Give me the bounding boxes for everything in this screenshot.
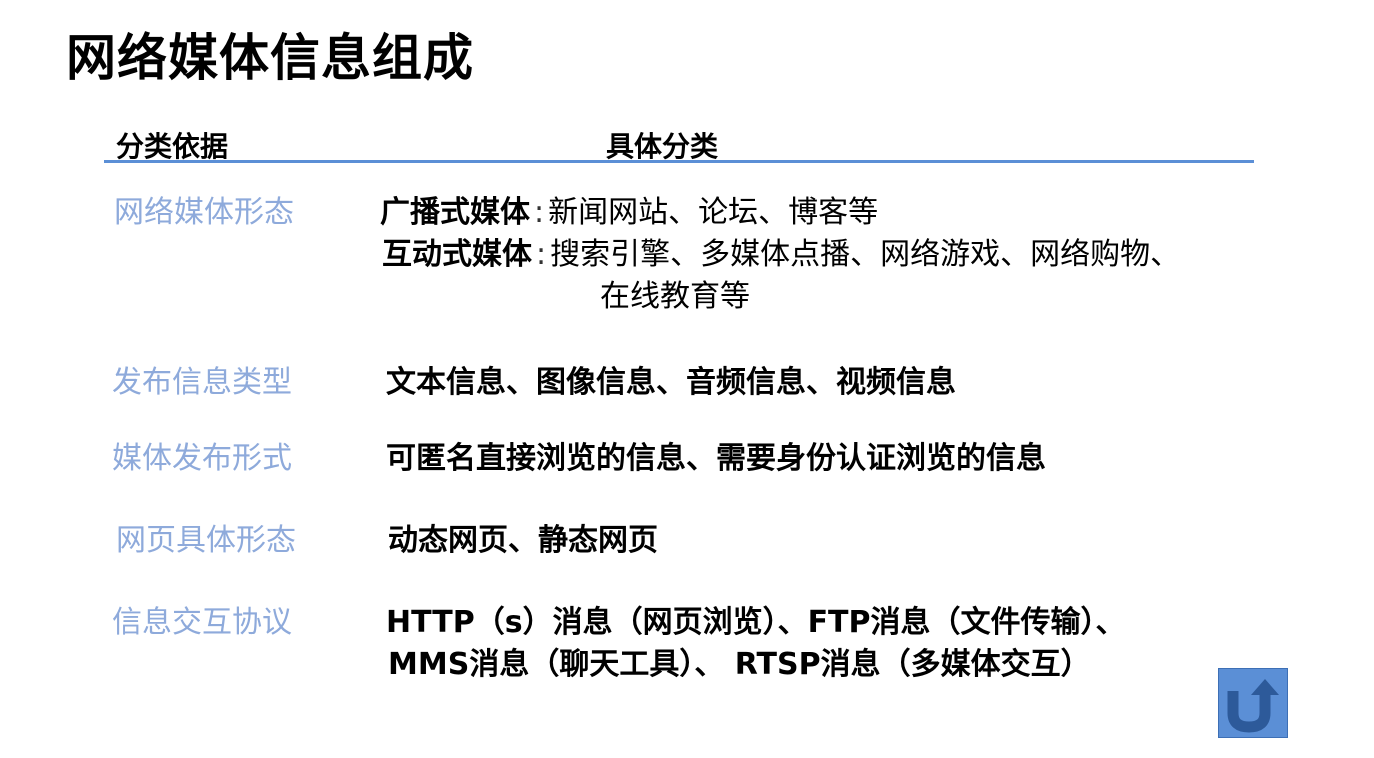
row-value-protocol: HTTP（s）消息（网页浏览）、FTP消息（文件传输）、: [386, 605, 1126, 640]
back-button[interactable]: [1218, 668, 1288, 738]
row-label-media-form: 网络媒体形态: [114, 195, 294, 230]
row-label-protocol: 信息交互协议: [112, 605, 292, 640]
row-label-page-form: 网页具体形态: [116, 523, 296, 558]
interactive-media-line: 互动式媒体: 搜索引擎、多媒体点播、网络游戏、网络购物、: [382, 234, 1180, 276]
row-label-info-type: 发布信息类型: [112, 365, 292, 400]
row-value-page-form: 动态网页、静态网页: [388, 523, 658, 558]
row-value-protocol-continued: MMS消息（聊天工具）、 RTSP消息（多媒体交互）: [388, 647, 1091, 682]
interactive-media-separator: :: [536, 237, 547, 272]
u-turn-up-arrow-icon: [1227, 679, 1279, 733]
row-value-info-type: 文本信息、图像信息、音频信息、视频信息: [386, 365, 956, 400]
broadcast-media-kind: 广播式媒体: [380, 195, 530, 230]
interactive-media-items: 搜索引擎、多媒体点播、网络游戏、网络购物、: [550, 237, 1181, 272]
broadcast-media-line: 广播式媒体: 新闻网站、论坛、博客等: [380, 192, 878, 234]
interactive-media-kind: 互动式媒体: [382, 237, 532, 272]
interactive-media-items-continued: 在线教育等: [600, 279, 750, 314]
slide: 网络媒体信息组成 分类依据 具体分类 网络媒体形态 广播式媒体: 新闻网站、论坛、…: [0, 0, 1374, 758]
broadcast-media-separator: :: [534, 195, 545, 230]
header-divider: [104, 160, 1254, 163]
broadcast-media-items: 新闻网站、论坛、博客等: [548, 195, 879, 230]
page-title: 网络媒体信息组成: [66, 29, 474, 87]
row-value-publish-form: 可匿名直接浏览的信息、需要身份认证浏览的信息: [386, 441, 1046, 476]
row-label-publish-form: 媒体发布形式: [112, 441, 292, 476]
